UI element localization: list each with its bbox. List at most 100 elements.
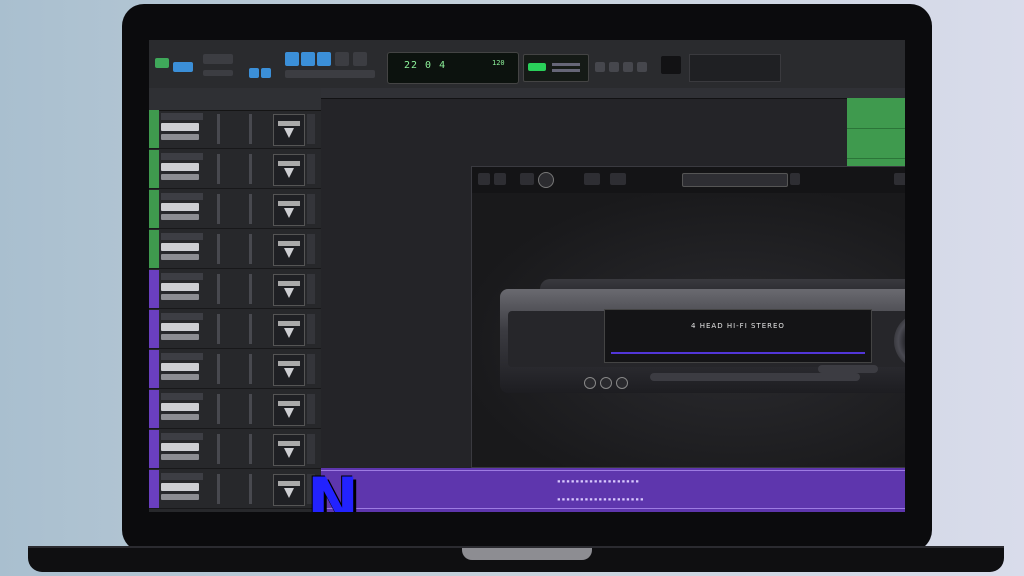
track-record-buttons[interactable] — [161, 174, 199, 180]
rewind-icon[interactable] — [335, 52, 349, 66]
plugin-slot[interactable] — [273, 274, 305, 306]
track-mute-solo-buttons[interactable] — [161, 243, 199, 251]
punch-out-icon[interactable] — [609, 62, 619, 72]
track-record-buttons[interactable] — [161, 134, 199, 140]
track-mute-solo-buttons[interactable] — [161, 163, 199, 171]
undo-button[interactable] — [584, 173, 600, 185]
cycle-button[interactable] — [249, 68, 259, 78]
track-name-field[interactable] — [161, 393, 203, 400]
track-name-field[interactable] — [161, 473, 203, 480]
preset-menu-icon[interactable] — [790, 173, 800, 185]
track-header[interactable] — [149, 350, 321, 389]
track-pan-fader[interactable] — [249, 434, 252, 464]
track-mute-solo-buttons[interactable] — [161, 443, 199, 451]
track-header[interactable] — [149, 230, 321, 269]
vcr-button-row[interactable] — [650, 373, 860, 381]
track-header[interactable] — [149, 390, 321, 429]
record-icon[interactable] — [301, 52, 315, 66]
track-record-buttons[interactable] — [161, 454, 199, 460]
plugin-slot[interactable] — [273, 354, 305, 386]
lcd-mode-button[interactable] — [155, 58, 169, 68]
track-pan-fader[interactable] — [249, 474, 252, 504]
plugin-slot[interactable] — [273, 394, 305, 426]
prev-preset-button[interactable] — [520, 173, 534, 185]
track-pan-fader[interactable] — [249, 114, 252, 144]
track-mute-solo-buttons[interactable] — [161, 363, 199, 371]
track-header[interactable] — [149, 190, 321, 229]
vcr-knob[interactable] — [584, 377, 596, 389]
track-pan-fader[interactable] — [249, 394, 252, 424]
edit-toggle-button[interactable] — [203, 70, 233, 76]
track-name-field[interactable] — [161, 433, 203, 440]
track-volume-fader[interactable] — [217, 234, 220, 264]
track-mute-solo-buttons[interactable] — [161, 323, 199, 331]
track-header[interactable] — [149, 110, 321, 149]
track-volume-fader[interactable] — [217, 274, 220, 304]
plugin-slot[interactable] — [273, 154, 305, 186]
track-record-buttons[interactable] — [161, 254, 199, 260]
plugin-slot[interactable] — [273, 194, 305, 226]
track-name-field[interactable] — [161, 153, 203, 160]
track-volume-fader[interactable] — [217, 354, 220, 384]
track-record-buttons[interactable] — [161, 334, 199, 340]
view-toggle-button[interactable] — [203, 54, 233, 64]
preset-selector[interactable] — [682, 173, 788, 187]
track-header[interactable] — [149, 310, 321, 349]
input-knob[interactable] — [538, 172, 554, 188]
track-volume-fader[interactable] — [217, 194, 220, 224]
track-header[interactable] — [149, 270, 321, 309]
plugin-slot[interactable] — [273, 474, 305, 506]
forward-icon[interactable] — [353, 52, 367, 66]
punch-in-icon[interactable] — [595, 62, 605, 72]
plugin-slot[interactable] — [273, 434, 305, 466]
vcr-eject-button[interactable] — [818, 365, 878, 373]
plugin-slot[interactable] — [273, 234, 305, 266]
metronome-icon[interactable] — [623, 62, 633, 72]
track-pan-fader[interactable] — [249, 154, 252, 184]
track-name-field[interactable] — [161, 113, 203, 120]
track-record-buttons[interactable] — [161, 294, 199, 300]
track-volume-fader[interactable] — [217, 154, 220, 184]
redo-button[interactable] — [610, 173, 626, 185]
track-mute-solo-buttons[interactable] — [161, 283, 199, 291]
track-pan-fader[interactable] — [249, 234, 252, 264]
track-pan-fader[interactable] — [249, 194, 252, 224]
power-icon[interactable] — [478, 173, 490, 185]
track-pan-fader[interactable] — [249, 274, 252, 304]
track-volume-fader[interactable] — [217, 394, 220, 424]
track-volume-fader[interactable] — [217, 114, 220, 144]
plugin-slot[interactable] — [273, 314, 305, 346]
track-mute-solo-buttons[interactable] — [161, 483, 199, 491]
track-volume-fader[interactable] — [217, 314, 220, 344]
track-mute-solo-buttons[interactable] — [161, 203, 199, 211]
track-header[interactable] — [149, 430, 321, 469]
track-volume-fader[interactable] — [217, 434, 220, 464]
track-header[interactable] — [149, 150, 321, 189]
autopunch-button[interactable] — [261, 68, 271, 78]
track-name-field[interactable] — [161, 313, 203, 320]
track-record-buttons[interactable] — [161, 414, 199, 420]
midi-region-lower[interactable]: ▪▪▪▪▪▪▪▪▪▪▪▪▪▪▪▪▪▪ ▪▪▪▪▪▪▪▪▪▪▪▪▪▪▪▪▪▪▪ ▪… — [321, 468, 905, 512]
track-record-buttons[interactable] — [161, 214, 199, 220]
track-record-buttons[interactable] — [161, 494, 199, 500]
track-record-buttons[interactable] — [161, 374, 199, 380]
track-name-field[interactable] — [161, 353, 203, 360]
track-header[interactable] — [149, 470, 321, 509]
track-name-field[interactable] — [161, 193, 203, 200]
play-icon[interactable] — [285, 52, 299, 66]
track-name-field[interactable] — [161, 233, 203, 240]
compare-icon[interactable] — [494, 173, 506, 185]
vcr-knob[interactable] — [616, 377, 628, 389]
track-volume-fader[interactable] — [217, 474, 220, 504]
track-pan-fader[interactable] — [249, 354, 252, 384]
track-name-field[interactable] — [161, 273, 203, 280]
input-monitor-button[interactable] — [173, 62, 193, 72]
plugin-slot[interactable] — [273, 114, 305, 146]
timeline-ruler[interactable] — [321, 88, 905, 99]
track-pan-fader[interactable] — [249, 314, 252, 344]
count-in-icon[interactable] — [637, 62, 647, 72]
track-mute-solo-buttons[interactable] — [161, 403, 199, 411]
loop-icon[interactable] — [317, 52, 331, 66]
track-mute-solo-buttons[interactable] — [161, 123, 199, 131]
vcr-knob[interactable] — [600, 377, 612, 389]
